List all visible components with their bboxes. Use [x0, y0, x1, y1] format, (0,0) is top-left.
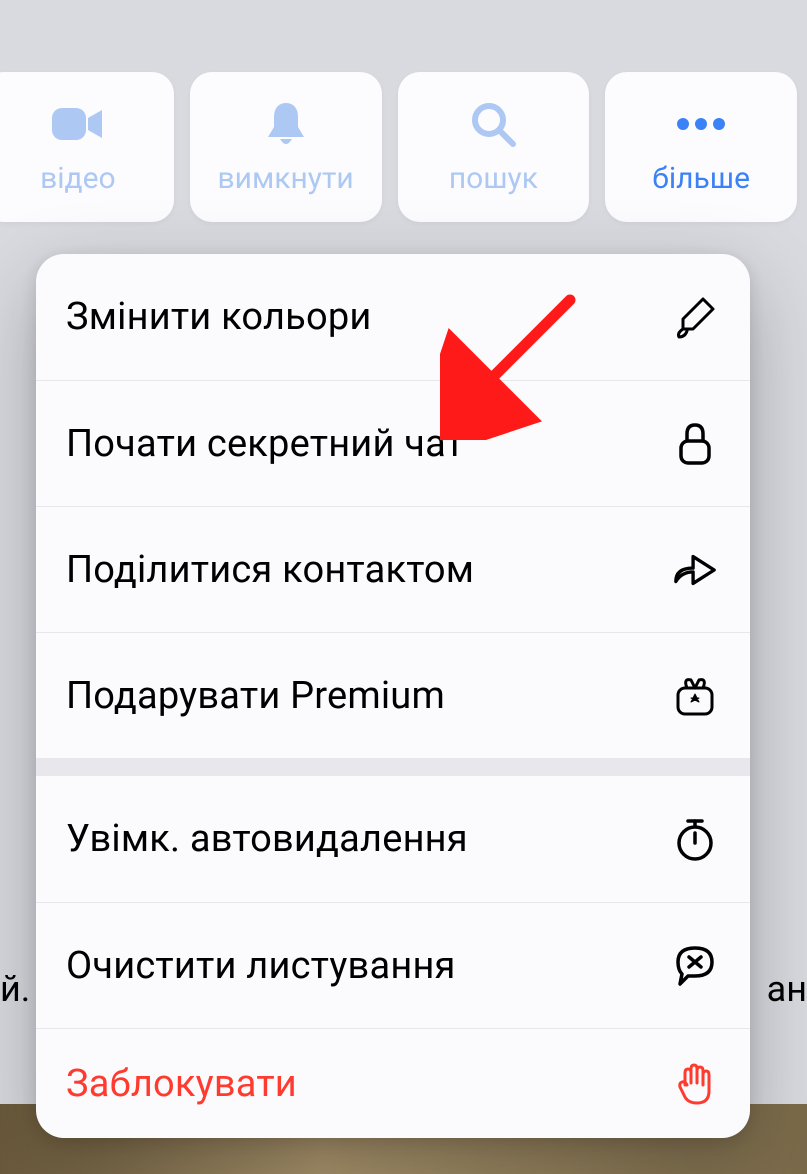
menu-item-clear-history[interactable]: Очистити листування	[36, 902, 750, 1028]
menu-item-label: Увімк. автовидалення	[66, 817, 468, 861]
video-label: відео	[40, 161, 116, 196]
brush-icon	[672, 294, 718, 340]
gift-icon	[672, 673, 718, 719]
action-toolbar: відео вимкнути пошук більше	[0, 72, 797, 222]
timer-icon	[672, 816, 718, 862]
more-icon	[673, 99, 729, 149]
menu-item-label: Поділитися контактом	[66, 548, 474, 592]
menu-item-gift-premium[interactable]: Подарувати Premium	[36, 632, 750, 758]
share-icon	[672, 547, 718, 593]
search-label: пошук	[449, 161, 538, 196]
menu-item-label: Подарувати Premium	[66, 674, 445, 718]
menu-item-secret-chat[interactable]: Почати секретний чат	[36, 380, 750, 506]
video-button[interactable]: відео	[0, 72, 174, 222]
background-text-left: й.	[0, 968, 30, 1010]
menu-item-label: Почати секретний чат	[66, 422, 464, 466]
menu-item-share-contact[interactable]: Поділитися контактом	[36, 506, 750, 632]
menu-group-2: Увімк. автовидалення Очистити листування	[36, 776, 750, 1138]
more-button[interactable]: більше	[605, 72, 797, 222]
menu-group-1: Змінити кольори Почати секретний чат Под…	[36, 254, 750, 758]
menu-separator	[36, 758, 750, 776]
background-text-right: ан	[767, 968, 807, 1010]
menu-item-auto-delete[interactable]: Увімк. автовидалення	[36, 776, 750, 902]
hand-icon	[672, 1061, 718, 1107]
more-menu: Змінити кольори Почати секретний чат Под…	[36, 254, 750, 1138]
lock-icon	[672, 421, 718, 467]
clear-chat-icon	[672, 943, 718, 989]
search-icon	[469, 99, 517, 149]
mute-button[interactable]: вимкнути	[190, 72, 382, 222]
mute-label: вимкнути	[218, 161, 354, 196]
menu-item-block[interactable]: Заблокувати	[36, 1028, 750, 1138]
search-button[interactable]: пошук	[398, 72, 590, 222]
menu-item-change-colors[interactable]: Змінити кольори	[36, 254, 750, 380]
bell-icon	[264, 99, 308, 149]
menu-item-label: Змінити кольори	[66, 295, 372, 339]
more-label: більше	[652, 161, 750, 196]
menu-item-label: Очистити листування	[66, 944, 456, 988]
video-icon	[50, 99, 106, 149]
menu-item-label: Заблокувати	[66, 1062, 297, 1106]
